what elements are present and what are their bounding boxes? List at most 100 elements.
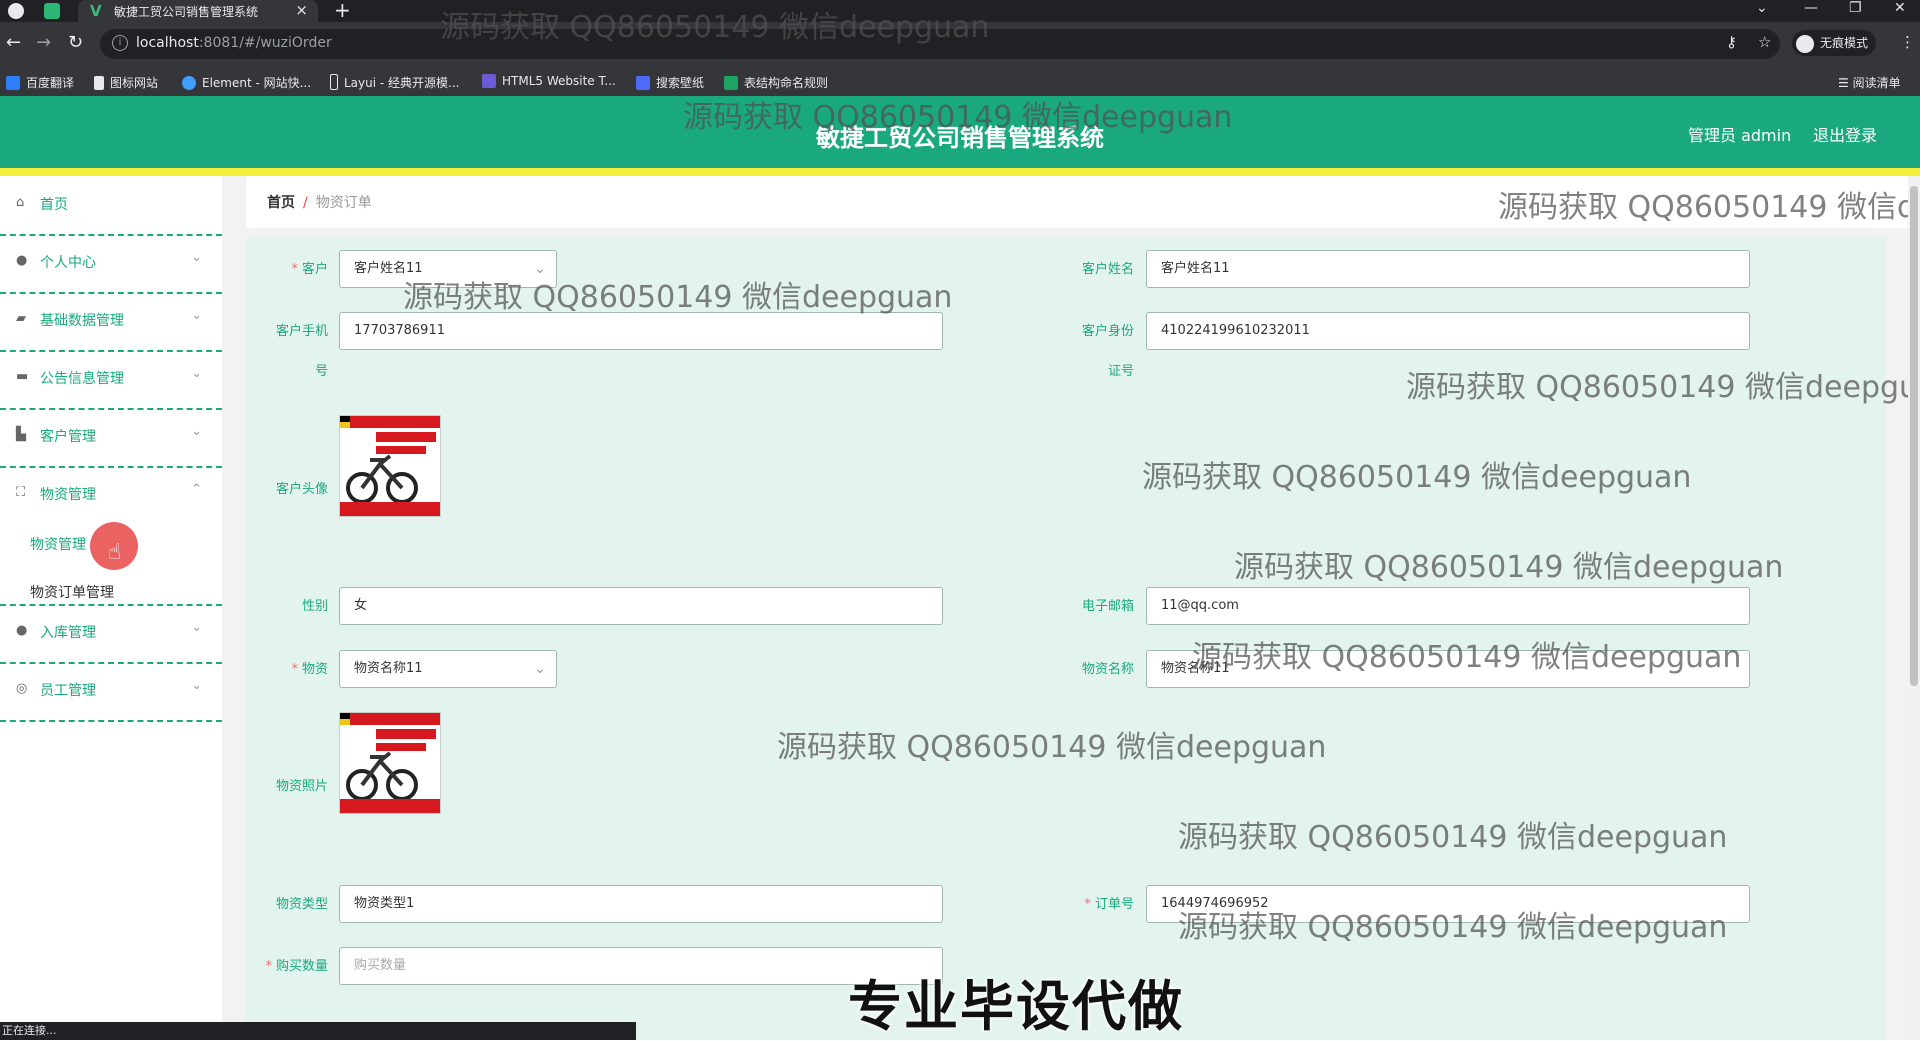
material-photo-label: 物资照片 (275, 779, 328, 794)
bookmark-baidu-translate[interactable]: 百度翻译 (6, 74, 74, 91)
back-icon[interactable]: ← (6, 32, 21, 53)
sidebar: ⌂ 首页 ● 个人中心 ⌄ ▰ 基础数据管理 ⌄ ▬ 公告信息管理 ⌄ ▙ 客户… (0, 176, 222, 1026)
more-menu-icon[interactable]: ⋮ (1900, 33, 1915, 51)
customer-id-field[interactable]: 410224199610232011 (1146, 312, 1750, 350)
customer-phone-label-wrap: 号 (314, 364, 328, 379)
material-label: * 物资 (291, 662, 328, 677)
customer-icon: ▙ (16, 427, 26, 442)
sidebar-item-personal-center[interactable]: ● 个人中心 ⌄ (0, 234, 222, 294)
bookmark-table-naming[interactable]: 表结构命名规则 (724, 74, 828, 91)
material-type-field[interactable]: 物资类型1 (339, 885, 943, 923)
sidebar-item-label: 员工管理 (40, 683, 96, 699)
tab-search-icon[interactable]: ⌄ (1756, 0, 1768, 16)
reading-list-button[interactable]: ☰ 阅读清单 (1838, 74, 1901, 91)
gender-label: 性别 (301, 599, 328, 614)
bike-product-image (340, 416, 440, 516)
customer-id-label-wrap: 证号 (1107, 364, 1134, 379)
close-tab-icon[interactable]: × (295, 1, 308, 19)
reload-icon[interactable]: ↻ (68, 32, 83, 53)
materials-icon: ⛶ (16, 485, 26, 500)
browser-menu-icon[interactable] (8, 3, 24, 19)
chevron-down-icon: ⌄ (191, 678, 202, 693)
watermark-text: 源码获取 QQ86050149 微信deepguan (1178, 910, 1728, 945)
watermark-text: 源码获取 QQ86050149 微信deepguan (440, 10, 990, 45)
material-name-label: 物资名称 (1081, 662, 1134, 677)
home-icon: ⌂ (16, 195, 25, 210)
chevron-down-icon: ⌄ (191, 620, 202, 635)
breadcrumb: 首页 / 物资订单 (267, 192, 372, 212)
sidebar-item-label: 客户管理 (40, 429, 96, 445)
material-type-label: 物资类型 (275, 897, 328, 912)
chevron-down-icon: ⌄ (191, 424, 202, 439)
sidebar-item-home[interactable]: ⌂ 首页 (0, 176, 222, 236)
bookmark-star-icon[interactable]: ☆ (1758, 33, 1771, 51)
email-field[interactable]: 11@qq.com (1146, 587, 1750, 625)
user-icon: ● (16, 253, 28, 268)
bookmark-element[interactable]: Element - 网站快... (182, 74, 311, 91)
sidebar-item-label: 入库管理 (40, 625, 96, 641)
active-tab[interactable]: V 敏捷工贸公司销售管理系统 × (78, 0, 318, 22)
email-label: 电子邮箱 (1081, 599, 1134, 614)
pinned-tab-icon[interactable] (44, 3, 60, 19)
watermark-text: 源码获取 QQ86050149 微信deepguan (1142, 460, 1692, 495)
video-caption: 专业毕设代做 (848, 975, 1184, 1038)
material-select[interactable]: 物资名称11 ⌄ (339, 650, 557, 688)
submenu-material-management[interactable]: 物资管理 (30, 534, 86, 554)
customer-avatar-label: 客户头像 (275, 482, 328, 497)
customer-phone-label: 客户手机 (275, 324, 328, 339)
new-tab-icon[interactable]: + (334, 0, 351, 22)
notice-icon: ▬ (16, 369, 29, 384)
breadcrumb-separator: / (303, 195, 308, 211)
customer-label: * 客户 (291, 262, 328, 277)
chevron-down-icon: ⌄ (534, 661, 546, 677)
bookmark-icon-site[interactable]: 图标网站 (94, 74, 158, 91)
watermark-text: 源码获取 QQ86050149 微信deepguan (1178, 820, 1728, 855)
incognito-badge[interactable]: 无痕模式 (1792, 30, 1877, 56)
browser-status-bar: 正在连接... (0, 1022, 636, 1040)
watermark-text: 源码获取 QQ86050149 微信deepguan (683, 100, 1233, 135)
bike-product-image (340, 713, 440, 813)
customer-avatar-image[interactable] (339, 415, 441, 517)
breadcrumb-current: 物资订单 (315, 195, 372, 211)
sidebar-item-label: 基础数据管理 (40, 313, 124, 329)
logout-button[interactable]: 退出登录 (1813, 122, 1877, 146)
staff-icon: ◎ (16, 681, 28, 696)
forward-icon[interactable]: → (36, 32, 51, 53)
location-icon: ● (16, 623, 28, 638)
sidebar-item-label: 个人中心 (40, 255, 96, 271)
material-photo-image[interactable] (339, 712, 441, 814)
bookmark-wallpaper[interactable]: 搜索壁纸 (636, 74, 704, 91)
key-icon[interactable]: ⚷ (1726, 33, 1737, 51)
site-info-icon[interactable]: i (112, 35, 128, 51)
hand-cursor-icon: ☝ (108, 540, 122, 565)
bookmark-html5[interactable]: HTML5 Website T... (482, 74, 616, 88)
close-window-icon[interactable]: ✕ (1894, 0, 1906, 16)
scrollbar-thumb[interactable] (1910, 186, 1918, 686)
minimize-icon[interactable]: — (1804, 0, 1818, 16)
sidebar-item-basic-data[interactable]: ▰ 基础数据管理 ⌄ (0, 292, 222, 352)
watermark-text: 源码获取 QQ86050149 微信de (1498, 190, 1920, 225)
customer-name-field[interactable]: 客户姓名11 (1146, 250, 1750, 288)
watermark-text: 源码获取 QQ86050149 微信deepguan (777, 730, 1327, 765)
restore-icon[interactable]: ❐ (1849, 0, 1862, 16)
sidebar-item-label: 公告信息管理 (40, 371, 124, 387)
sidebar-item-label: 物资管理 (40, 487, 96, 503)
current-user: 管理员 admin (1688, 126, 1792, 145)
sidebar-item-notice[interactable]: ▬ 公告信息管理 ⌄ (0, 350, 222, 410)
customer-phone-field[interactable]: 17703786911 (339, 312, 943, 350)
order-no-label: * 订单号 (1084, 897, 1134, 912)
sidebar-item-customer[interactable]: ▙ 客户管理 ⌄ (0, 408, 222, 468)
gender-field[interactable]: 女 (339, 587, 943, 625)
bookmark-layui[interactable]: Layui - 经典开源模... (330, 74, 459, 91)
chevron-down-icon: ⌄ (191, 308, 202, 323)
watermark-text: 源码获取 QQ86050149 微信deepguan (403, 280, 953, 315)
breadcrumb-home[interactable]: 首页 (267, 195, 295, 211)
page-scrollbar[interactable] (1908, 176, 1920, 1040)
submenu-material-order-management[interactable]: 物资订单管理 (30, 582, 114, 602)
sidebar-item-staff[interactable]: ◎ 员工管理 ⌄ (0, 662, 222, 722)
sidebar-item-inbound[interactable]: ● 入库管理 ⌄ (0, 604, 222, 664)
chevron-down-icon: ⌄ (191, 250, 202, 265)
chevron-up-icon: ⌃ (191, 482, 202, 497)
watermark-text: 源码获取 QQ86050149 微信deepguan (1192, 640, 1742, 675)
incognito-icon (1796, 34, 1814, 53)
